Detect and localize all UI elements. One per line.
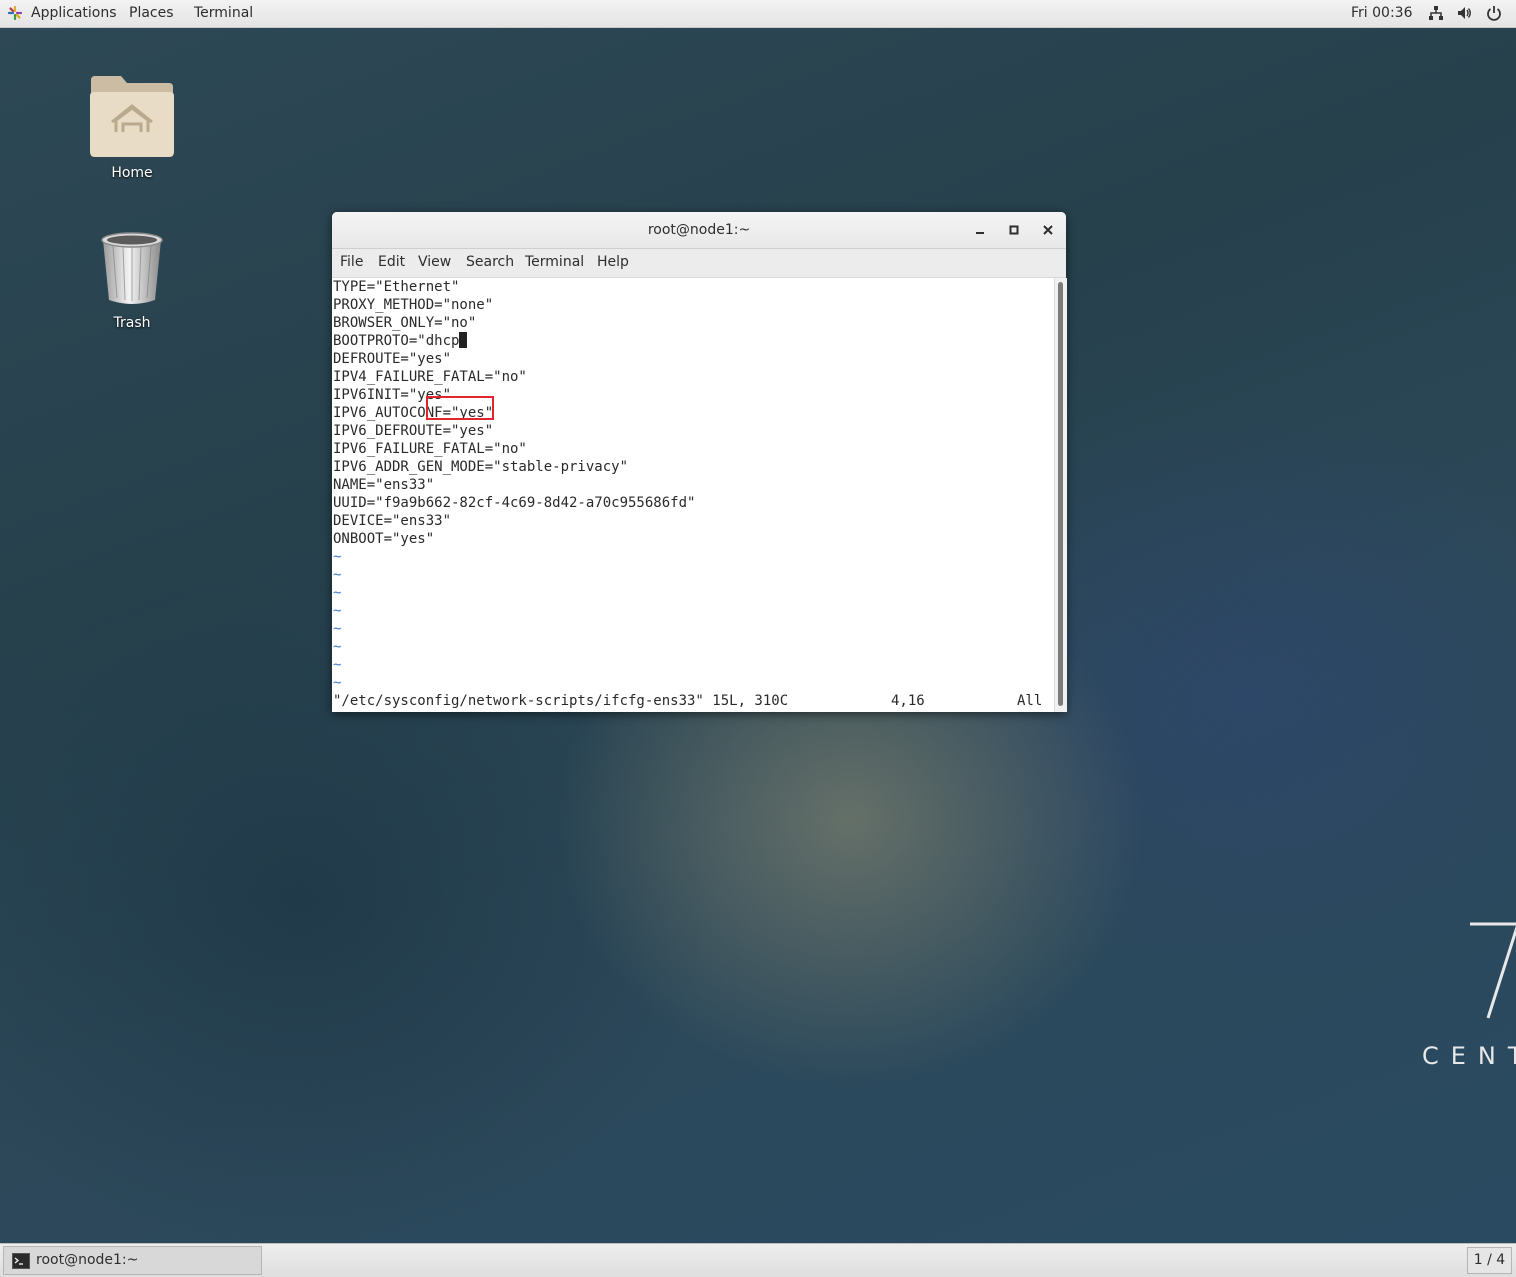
taskbar-terminal-label: root@node1:~ [36, 1252, 139, 1268]
editor-line: UUID="f9a9b662-82cf-4c69-8d42-a70c955686… [333, 495, 696, 511]
clock[interactable]: Fri 00:36 [1351, 0, 1412, 27]
desktop-trash[interactable]: Trash [72, 228, 192, 338]
editor-line: IPV6_FAILURE_FATAL="no" [333, 441, 527, 457]
highlight-annotation-box [426, 396, 494, 420]
network-icon[interactable] [1428, 5, 1444, 21]
power-icon[interactable] [1486, 5, 1502, 21]
editor-line: TYPE="Ethernet" [333, 279, 460, 295]
scrollbar[interactable] [1054, 278, 1067, 712]
editor-line: ONBOOT="yes" [333, 531, 435, 547]
editor-line: NAME="ens33" [333, 477, 435, 493]
desktop-home[interactable]: Home [72, 72, 192, 187]
terminal-menubar: File Edit View Search Terminal Help [332, 249, 1066, 278]
empty-line-tilde: ~ [333, 621, 342, 637]
applications-icon[interactable] [8, 6, 22, 20]
home-folder-icon [90, 76, 174, 157]
editor-line: PROXY_METHOD="none" [333, 297, 494, 313]
terminal-app-menu[interactable]: Terminal [194, 0, 253, 27]
bootproto-key: BOOTPROTO= [333, 333, 418, 349]
menu-file[interactable]: File [340, 249, 363, 276]
minimize-icon[interactable] [972, 222, 988, 238]
menu-terminal[interactable]: Terminal [525, 249, 584, 276]
menu-view[interactable]: View [418, 249, 451, 276]
trash-label: Trash [113, 315, 151, 331]
menu-edit[interactable]: Edit [378, 249, 405, 276]
editor-line: IPV4_FAILURE_FATAL="no" [333, 369, 527, 385]
empty-line-tilde: ~ [333, 639, 342, 655]
menu-help[interactable]: Help [597, 249, 629, 276]
top-panel: Applications Places Terminal Fri 00:36 [0, 0, 1516, 28]
window-title: root@node1:~ [647, 222, 751, 238]
bootproto-value: dhcp [425, 333, 460, 349]
terminal-icon [12, 1253, 30, 1269]
empty-line-tilde: ~ [333, 603, 342, 619]
brand-text: CENT [1422, 1042, 1516, 1070]
terminal-text-area[interactable]: TYPE="Ethernet" PROXY_METHOD="none" BROW… [332, 278, 1054, 712]
editor-line: IPV6_ADDR_GEN_MODE="stable-privacy" [333, 459, 629, 475]
empty-line-tilde: ~ [333, 567, 342, 583]
status-scroll: All [1017, 693, 1043, 709]
centos-7-logo [1470, 922, 1516, 1019]
volume-icon[interactable] [1456, 5, 1472, 21]
taskbar-terminal-button[interactable]: root@node1:~ [3, 1246, 262, 1275]
places-menu[interactable]: Places [129, 0, 174, 27]
terminal-window[interactable]: root@node1:~ File Edit View Search Termi… [332, 212, 1067, 712]
bottom-panel: root@node1:~ 1 / 4 [0, 1243, 1516, 1277]
editor-line-bootproto: BOOTPROTO="dhcp [333, 332, 468, 350]
status-file: "/etc/sysconfig/network-scripts/ifcfg-en… [333, 693, 789, 709]
editor-line: DEVICE="ens33" [333, 513, 452, 529]
maximize-icon[interactable] [1006, 222, 1022, 238]
home-label: Home [111, 165, 153, 181]
trash-icon [101, 232, 163, 304]
empty-line-tilde: ~ [333, 675, 342, 691]
workspace-indicator[interactable]: 1 / 4 [1467, 1247, 1512, 1274]
editor-line: BROWSER_ONLY="no" [333, 315, 477, 331]
text-cursor [459, 332, 468, 348]
editor-line: DEFROUTE="yes" [333, 351, 452, 367]
editor-line: IPV6_DEFROUTE="yes" [333, 423, 494, 439]
empty-line-tilde: ~ [333, 585, 342, 601]
close-icon[interactable] [1040, 222, 1056, 238]
empty-line-tilde: ~ [333, 657, 342, 673]
scrollbar-thumb[interactable] [1058, 282, 1063, 706]
empty-line-tilde: ~ [333, 549, 342, 565]
window-titlebar[interactable]: root@node1:~ [332, 212, 1066, 249]
status-cursor-position: 4,16 [891, 693, 925, 709]
menu-search[interactable]: Search [466, 249, 514, 276]
applications-menu[interactable]: Applications [31, 0, 117, 27]
